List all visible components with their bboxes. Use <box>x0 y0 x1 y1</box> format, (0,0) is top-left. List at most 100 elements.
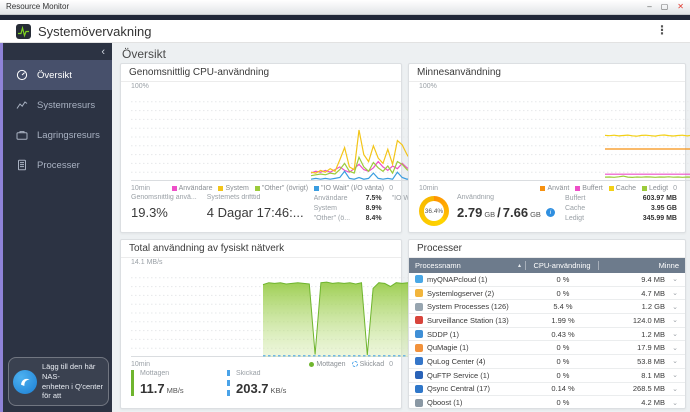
process-cpu: 0.43 % <box>527 330 599 339</box>
cpu-other-value: 8.4% <box>366 214 382 224</box>
memory-breakdown-table: Buffert 603.97 MB Cache 3.95 GB Ledigt 3… <box>565 194 677 224</box>
processes-card-title: Processer <box>409 240 685 258</box>
legend-label: System <box>225 185 248 192</box>
process-cpu: 0 % <box>527 357 599 366</box>
qcenter-tip-text: Lägg till den här NAS- enheten i Q'cente… <box>42 362 104 401</box>
table-row[interactable]: Qsync Central (17) 0.14 % 268.5 MB ⌄ <box>409 383 685 397</box>
window-controls: – ▢ ✕ <box>647 0 684 14</box>
chevron-down-icon[interactable]: ⌄ <box>665 316 685 324</box>
cpu-card-title: Genomsnittlig CPU-användning <box>121 64 401 82</box>
close-button[interactable]: ✕ <box>677 0 684 14</box>
table-row[interactable]: QuMagie (1) 0 % 17.9 MB ⌄ <box>409 341 685 355</box>
more-menu-icon[interactable]: ⋮ <box>656 23 668 37</box>
process-cpu: 0 % <box>527 289 599 298</box>
table-row[interactable]: Systemlogserver (2) 0 % 4.7 MB ⌄ <box>409 287 685 301</box>
table-row[interactable]: SDDP (1) 0.43 % 1.2 MB ⌄ <box>409 328 685 342</box>
legend-marker <box>255 186 260 191</box>
info-icon[interactable]: i <box>546 208 555 217</box>
legend-marker <box>218 186 223 191</box>
chevron-down-icon[interactable]: ⌄ <box>665 303 685 311</box>
legend-item: "Other" (övrigt) <box>255 185 308 192</box>
cpu-y-axis-label: 100% <box>131 83 149 90</box>
maximize-button[interactable]: ▢ <box>661 0 669 14</box>
cpu-x-axis-left-label: 10min <box>131 185 150 192</box>
cpu-uptime-value: 4 Dagar 17:46:... <box>207 205 304 220</box>
legend-marker <box>540 186 545 191</box>
cpu-user-label: Användare <box>314 194 360 204</box>
column-processname[interactable]: Processnamn ▴ <box>409 261 525 270</box>
memory-used-unit: GB <box>484 210 495 219</box>
sidebar-collapse-icon[interactable]: ‹ <box>101 46 105 58</box>
chevron-down-icon[interactable]: ⌄ <box>665 330 685 338</box>
legend-item: Användare <box>172 185 213 192</box>
qcenter-tip-line1: Lägg till den här NAS- <box>42 362 95 381</box>
process-memory: 53.8 MB <box>599 357 665 366</box>
legend-label: Cache <box>616 185 636 192</box>
sidebar-item-oversikt[interactable]: Översikt <box>3 60 112 90</box>
table-row[interactable]: QuFTP Service (1) 0 % 8.1 MB ⌄ <box>409 369 685 383</box>
sidebar-item-processer[interactable]: Processer <box>3 150 112 180</box>
main-area: ‹ Översikt Systemresurs Lagringsresurs P… <box>0 43 690 412</box>
legend-label: "IO Wait" (I/O vänta) <box>321 185 384 192</box>
chevron-down-icon[interactable]: ⌄ <box>665 275 685 283</box>
network-sent-value: 203.7 KB/s <box>236 381 286 396</box>
memory-stats: 36.4% Användning 2.79 GB / 7.66 GB i <box>419 194 677 230</box>
network-card-title: Total användning av fysiskt nätverk <box>121 240 401 258</box>
process-cpu: 0.14 % <box>527 384 599 393</box>
window-title: Resource Monitor <box>0 0 690 14</box>
table-header: Processnamn ▴ CPU-användning Minne <box>409 258 685 273</box>
qcenter-icon[interactable] <box>13 370 37 394</box>
network-legend: Mottagen Skickad <box>309 361 384 368</box>
legend-item: Ledigt <box>642 185 668 192</box>
cpu-average-label: Genomsnittlig anvä... <box>131 194 197 201</box>
cpu-average-value: 19.3% <box>131 205 197 220</box>
memory-used-number: 2.79 <box>457 205 482 220</box>
table-body: myQNAPcloud (1) 0 % 9.4 MB ⌄ Systemlogse… <box>409 273 685 408</box>
legend-item: Buffert <box>575 185 603 192</box>
legend-marker <box>309 362 314 367</box>
memory-buffer-label: Buffert <box>565 194 611 204</box>
memory-x-axis-right-label: 0 <box>673 185 677 192</box>
chevron-down-icon[interactable]: ⌄ <box>665 289 685 297</box>
column-memory[interactable]: Minne <box>599 261 685 270</box>
sidebar-item-systemresurs[interactable]: Systemresurs <box>3 90 112 120</box>
table-row[interactable]: Surveillance Station (13) 1.99 % 124.0 M… <box>409 314 685 328</box>
memory-total-number: 7.66 <box>503 205 528 220</box>
legend-label: Skickad <box>360 361 385 368</box>
chevron-down-icon[interactable]: ⌄ <box>665 344 685 352</box>
process-name: Surveillance Station (13) <box>427 316 527 325</box>
qcenter-tip[interactable]: Lägg till den här NAS- enheten i Q'cente… <box>8 357 109 406</box>
memory-usage-donut: 36.4% <box>419 196 449 226</box>
memory-card-title: Minnesanvändning <box>409 64 685 82</box>
cpu-average-stat: Genomsnittlig anvä... 19.3% <box>131 194 197 220</box>
boost-icon <box>415 399 423 407</box>
legend-item: Mottagen <box>309 361 345 368</box>
table-row[interactable]: System Processes (126) 5.4 % 1.2 GB ⌄ <box>409 300 685 314</box>
cpu-system-value: 8.9% <box>366 204 382 214</box>
cpu-breakdown-row: Användare 7.5% <box>314 194 382 204</box>
process-name: Systemlogserver (2) <box>427 289 527 298</box>
network-sent-stat: Skickad 203.7 KB/s <box>227 370 286 396</box>
minimize-button[interactable]: – <box>647 0 651 14</box>
chevron-down-icon[interactable]: ⌄ <box>665 385 685 393</box>
table-row[interactable]: QuLog Center (4) 0 % 53.8 MB ⌄ <box>409 355 685 369</box>
chevron-down-icon[interactable]: ⌄ <box>665 371 685 379</box>
memory-usage-card: Minnesanvändning 100% 10min AnväntBuffer… <box>408 63 686 233</box>
cpu-other-label: "Other" (ö... <box>314 214 360 224</box>
process-memory: 4.7 MB <box>599 289 665 298</box>
column-cpu[interactable]: CPU-användning <box>526 261 598 270</box>
column-processname-label: Processnamn <box>415 261 461 270</box>
memory-y-axis-label: 100% <box>419 83 437 90</box>
app-icon <box>415 330 423 338</box>
network-received-unit: MB/s <box>167 386 184 395</box>
cpu-x-axis-right-label: 0 <box>389 185 393 192</box>
chevron-down-icon[interactable]: ⌄ <box>665 399 685 407</box>
cpu-legend: Användare System "Other" (övrigt) "IO Wait"… <box>172 185 384 192</box>
table-row[interactable]: myQNAPcloud (1) 0 % 9.4 MB ⌄ <box>409 273 685 287</box>
sidebar-item-lagringsresurs[interactable]: Lagringsresurs <box>3 120 112 150</box>
window-titlebar: Resource Monitor – ▢ ✕ <box>0 0 690 15</box>
chevron-down-icon[interactable]: ⌄ <box>665 357 685 365</box>
cpu-breakdown-row: System 8.9% <box>314 204 382 214</box>
table-row[interactable]: Qboost (1) 0 % 4.2 MB ⌄ <box>409 396 685 408</box>
photo-icon <box>415 344 423 352</box>
